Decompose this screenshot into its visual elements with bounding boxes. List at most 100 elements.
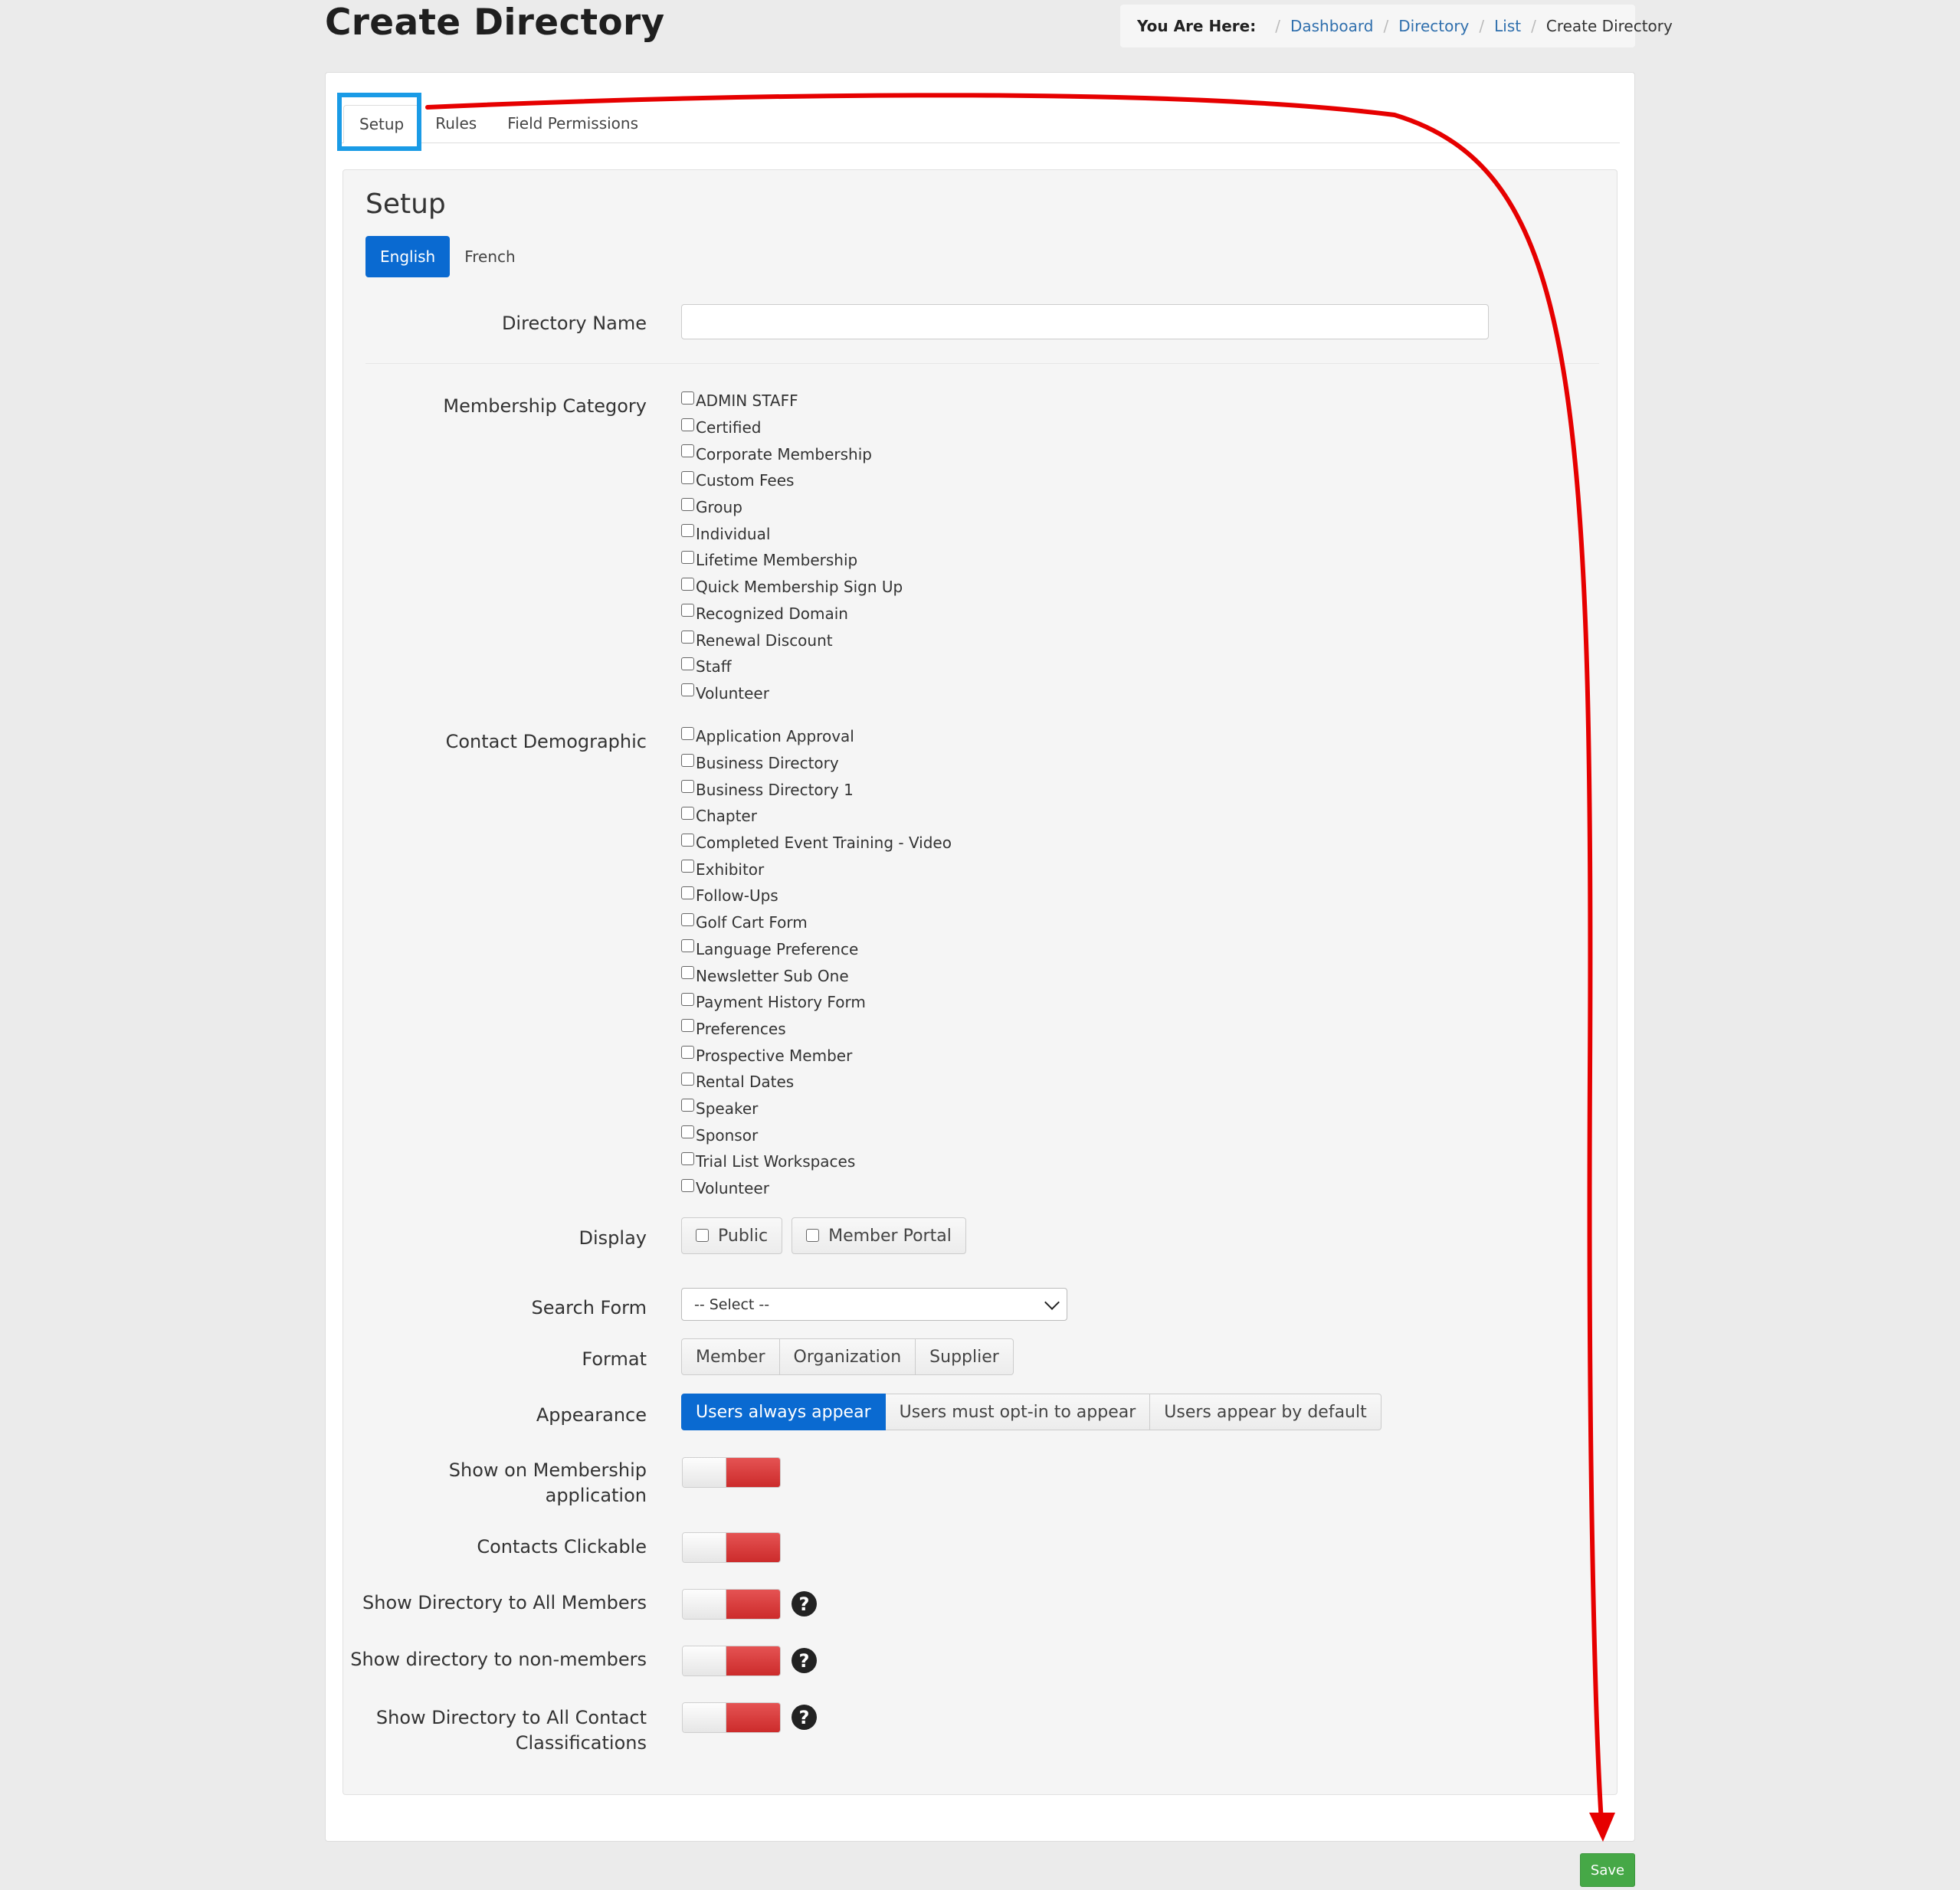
contact-demographic-option[interactable]: Business Directory 1 xyxy=(681,776,952,803)
checkbox[interactable] xyxy=(681,886,694,899)
help-circle-icon[interactable]: ? xyxy=(792,1705,817,1730)
checkbox[interactable] xyxy=(681,418,694,431)
membership-category-option[interactable]: Staff xyxy=(681,653,903,680)
lang-tab-english[interactable]: English xyxy=(365,236,451,277)
tab-field-permissions[interactable]: Field Permissions xyxy=(492,104,654,142)
membership-category-option-label: Lifetime Membership xyxy=(696,551,858,570)
help-circle-icon[interactable]: ? xyxy=(792,1591,817,1616)
checkbox[interactable] xyxy=(681,939,694,953)
checkbox[interactable] xyxy=(681,391,694,405)
checkbox[interactable] xyxy=(681,966,694,980)
checkbox[interactable] xyxy=(681,833,694,847)
toggle-knob xyxy=(683,1646,726,1675)
checkbox[interactable] xyxy=(681,1125,694,1139)
contact-demographic-option[interactable]: Rental Dates xyxy=(681,1069,952,1096)
contacts-clickable-toggle[interactable] xyxy=(682,1532,781,1563)
membership-category-option-label: Recognized Domain xyxy=(696,604,848,623)
contact-demographic-option[interactable]: Chapter xyxy=(681,803,952,830)
contact-demographic-option[interactable]: Payment History Form xyxy=(681,989,952,1016)
checkbox[interactable] xyxy=(681,444,694,458)
breadcrumb-dashboard[interactable]: Dashboard xyxy=(1290,17,1374,35)
checkbox[interactable] xyxy=(681,497,694,511)
display-public-button[interactable]: Public xyxy=(681,1217,783,1254)
contact-demographic-option-label: Business Directory xyxy=(696,754,839,773)
contact-demographic-option[interactable]: Speaker xyxy=(681,1096,952,1122)
checkbox[interactable] xyxy=(681,577,694,591)
membership-category-option[interactable]: Corporate Membership xyxy=(681,441,903,467)
format-member-button[interactable]: Member xyxy=(681,1338,780,1375)
checkbox[interactable] xyxy=(681,683,694,697)
show-all-classifications-toggle[interactable] xyxy=(682,1702,781,1733)
save-button[interactable]: Save xyxy=(1580,1853,1635,1887)
checkbox[interactable] xyxy=(681,1178,694,1192)
checkbox[interactable] xyxy=(696,1228,709,1242)
membership-category-option[interactable]: Renewal Discount xyxy=(681,627,903,653)
tab-setup[interactable]: Setup xyxy=(343,105,421,143)
checkbox[interactable] xyxy=(681,992,694,1006)
checkbox[interactable] xyxy=(681,726,694,740)
lang-tab-french[interactable]: French xyxy=(450,236,529,277)
display-member-portal-button[interactable]: Member Portal xyxy=(792,1217,966,1254)
show-on-membership-toggle[interactable] xyxy=(682,1457,781,1488)
contact-demographic-option[interactable]: Prospective Member xyxy=(681,1042,952,1069)
membership-category-option[interactable]: ADMIN STAFF xyxy=(681,388,903,414)
appearance-always-button[interactable]: Users always appear xyxy=(681,1394,886,1430)
breadcrumb-list[interactable]: List xyxy=(1494,17,1521,35)
show-all-classifications-label: Show Directory to All Contact Classifica… xyxy=(376,1705,647,1756)
membership-category-option[interactable]: Lifetime Membership xyxy=(681,547,903,574)
contact-demographic-option[interactable]: Sponsor xyxy=(681,1122,952,1148)
checkbox[interactable] xyxy=(681,470,694,484)
membership-category-option[interactable]: Quick Membership Sign Up xyxy=(681,574,903,601)
checkbox[interactable] xyxy=(681,806,694,820)
contact-demographic-option[interactable]: Application Approval xyxy=(681,723,952,750)
contact-demographic-option-label: Business Directory 1 xyxy=(696,780,854,799)
checkbox[interactable] xyxy=(681,860,694,873)
appearance-default-button[interactable]: Users appear by default xyxy=(1150,1394,1382,1430)
contact-demographic-option[interactable]: Business Directory xyxy=(681,750,952,777)
breadcrumb-directory[interactable]: Directory xyxy=(1398,17,1469,35)
checkbox[interactable] xyxy=(681,550,694,564)
toggle-off-state xyxy=(726,1458,780,1487)
checkbox[interactable] xyxy=(681,1099,694,1112)
checkbox[interactable] xyxy=(681,1151,694,1165)
tab-rules[interactable]: Rules xyxy=(420,104,492,142)
contact-demographic-option[interactable]: Newsletter Sub One xyxy=(681,962,952,989)
appearance-opt-in-button[interactable]: Users must opt-in to appear xyxy=(885,1394,1151,1430)
contact-demographic-option[interactable]: Volunteer xyxy=(681,1175,952,1202)
checkbox[interactable] xyxy=(681,1046,694,1060)
membership-category-option[interactable]: Volunteer xyxy=(681,680,903,707)
checkbox[interactable] xyxy=(681,1019,694,1033)
checkbox[interactable] xyxy=(681,524,694,538)
contact-demographic-option[interactable]: Exhibitor xyxy=(681,856,952,883)
checkbox[interactable] xyxy=(681,912,694,926)
membership-category-option[interactable]: Recognized Domain xyxy=(681,601,903,627)
checkbox[interactable] xyxy=(681,657,694,670)
format-options: Member Organization Supplier xyxy=(681,1338,1014,1375)
checkbox[interactable] xyxy=(681,753,694,767)
checkbox[interactable] xyxy=(681,780,694,794)
contact-demographic-option[interactable]: Trial List Workspaces xyxy=(681,1148,952,1175)
contact-demographic-option-label: Completed Event Training - Video xyxy=(696,834,952,853)
search-form-select[interactable]: -- Select -- xyxy=(681,1288,1067,1321)
checkbox[interactable] xyxy=(681,1072,694,1086)
help-circle-icon[interactable]: ? xyxy=(792,1648,817,1673)
contact-demographic-option[interactable]: Completed Event Training - Video xyxy=(681,830,952,857)
checkbox[interactable] xyxy=(681,604,694,617)
search-form-label: Search Form xyxy=(531,1297,647,1318)
checkbox[interactable] xyxy=(681,631,694,644)
language-tabs: English French xyxy=(365,236,530,277)
membership-category-option[interactable]: Custom Fees xyxy=(681,467,903,494)
format-organization-button[interactable]: Organization xyxy=(779,1338,916,1375)
contact-demographic-option[interactable]: Golf Cart Form xyxy=(681,909,952,936)
membership-category-option[interactable]: Certified xyxy=(681,414,903,441)
directory-name-input[interactable] xyxy=(681,304,1489,339)
contact-demographic-option[interactable]: Follow-Ups xyxy=(681,883,952,909)
show-non-members-toggle[interactable] xyxy=(682,1646,781,1676)
membership-category-option[interactable]: Individual xyxy=(681,520,903,547)
membership-category-option[interactable]: Group xyxy=(681,494,903,521)
format-supplier-button[interactable]: Supplier xyxy=(916,1338,1014,1375)
show-all-members-toggle[interactable] xyxy=(682,1589,781,1620)
checkbox[interactable] xyxy=(806,1228,820,1242)
contact-demographic-option[interactable]: Language Preference xyxy=(681,936,952,963)
contact-demographic-option[interactable]: Preferences xyxy=(681,1016,952,1043)
